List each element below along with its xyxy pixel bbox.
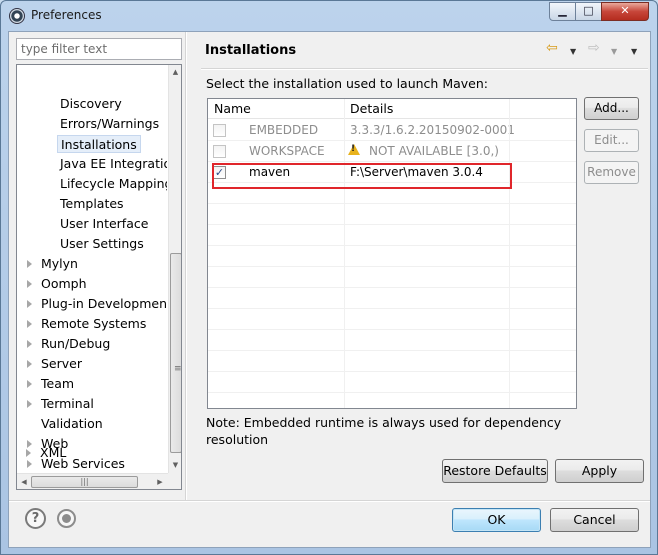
back-dropdown-icon[interactable]: ▼ (570, 44, 576, 60)
restore-defaults-button[interactable]: Restore Defaults (442, 459, 548, 483)
tree-item-templates[interactable]: Templates (60, 195, 124, 213)
checkbox-embedded[interactable] (213, 124, 226, 137)
expand-arrow-icon[interactable] (27, 260, 32, 268)
tree-item-mylyn[interactable]: Mylyn (27, 255, 78, 273)
tree-item-xml-visible[interactable]: XML (26, 444, 66, 462)
tree-item-run-debug[interactable]: Run/Debug (27, 335, 110, 353)
minimize-button[interactable]: ▁ (549, 2, 576, 21)
help-icon[interactable]: ? (25, 508, 46, 529)
table-row-embedded[interactable]: EMBEDDED 3.3.3/1.6.2.20150902-0001 (208, 120, 576, 141)
selection-highlight-box (212, 163, 512, 189)
tree-item-team[interactable]: Team (27, 375, 74, 393)
forward-dropdown-icon[interactable]: ▼ (611, 44, 617, 60)
table-row-empty (208, 225, 576, 246)
preference-tree: Discovery Errors/Warnings Installations … (16, 64, 182, 490)
dialog-client-area: Discovery Errors/Warnings Installations … (8, 31, 651, 548)
edit-button[interactable]: Edit... (584, 129, 639, 152)
tree-list: Discovery Errors/Warnings Installations … (17, 65, 167, 470)
table-header: Name Details (208, 99, 576, 119)
tree-horizontal-scrollbar[interactable]: ◀ ||| ▶ (17, 473, 168, 489)
tree-item-server[interactable]: Server (27, 355, 82, 373)
checkbox-workspace[interactable] (213, 145, 226, 158)
scroll-right-arrow-icon[interactable]: ▶ (153, 475, 167, 489)
installation-name: WORKSPACE (249, 144, 325, 158)
pane-sash[interactable] (185, 32, 187, 500)
ok-button[interactable]: OK (452, 508, 541, 532)
tree-item-plug-in-development[interactable]: Plug-in Development (27, 295, 167, 313)
table-row-empty (208, 204, 576, 225)
tree-item-discovery[interactable]: Discovery (60, 95, 122, 113)
expand-arrow-icon[interactable] (27, 460, 32, 468)
tree-item-user-settings[interactable]: User Settings (60, 235, 144, 253)
installation-details: NOT AVAILABLE [3.0,) (369, 144, 499, 158)
expand-arrow-icon[interactable] (27, 360, 32, 368)
scroll-left-arrow-icon[interactable]: ◀ (17, 475, 31, 489)
apply-button[interactable]: Apply (555, 459, 644, 483)
footer-separator (9, 500, 650, 502)
tree-item-errors-warnings[interactable]: Errors/Warnings (60, 115, 159, 133)
table-row-workspace[interactable]: WORKSPACE ! NOT AVAILABLE [3.0,) (208, 141, 576, 162)
scroll-up-arrow-icon[interactable]: ▲ (169, 65, 181, 79)
column-header-name[interactable]: Name (214, 101, 251, 116)
window-title: Preferences (31, 8, 102, 22)
expand-arrow-icon[interactable] (27, 280, 32, 288)
tree-item-terminal[interactable]: Terminal (27, 395, 94, 413)
table-row-empty (208, 246, 576, 267)
installation-name: EMBEDDED (249, 123, 319, 137)
table-row-empty (208, 330, 576, 351)
expand-arrow-icon[interactable] (26, 449, 31, 457)
tree-item-validation[interactable]: Validation (41, 415, 103, 433)
view-menu-icon[interactable]: ▼ (631, 44, 637, 60)
expand-arrow-icon[interactable] (27, 340, 32, 348)
table-row-empty (208, 288, 576, 309)
scroll-corner (168, 473, 181, 489)
warning-mark: ! (351, 144, 356, 154)
expand-arrow-icon[interactable] (27, 300, 32, 308)
preferences-window: Preferences ▁ □ ✕ Discovery Errors/Warni… (0, 0, 658, 555)
column-line (344, 99, 345, 408)
tree-item-oomph[interactable]: Oomph (27, 275, 87, 293)
tree-item-lifecycle-mapping[interactable]: Lifecycle Mapping (60, 175, 167, 193)
tree-item-installations[interactable]: Installations (57, 135, 141, 153)
instruction-label: Select the installation used to launch M… (206, 76, 488, 91)
column-header-details[interactable]: Details (350, 101, 393, 116)
table-row-empty (208, 351, 576, 372)
grip-icon: ≡ (174, 364, 182, 374)
tree-item-remote-systems[interactable]: Remote Systems (27, 315, 146, 333)
filter-input[interactable] (16, 38, 182, 60)
tree-vertical-scrollbar[interactable]: ▲ ≡ ▼ (168, 65, 182, 473)
add-button[interactable]: Add... (584, 97, 639, 120)
page-title: Installations (205, 43, 297, 58)
scroll-down-arrow-icon[interactable]: ▼ (169, 458, 181, 472)
embedded-note: Note: Embedded runtime is always used fo… (206, 415, 562, 447)
close-button[interactable]: ✕ (601, 2, 649, 21)
eclipse-app-icon (9, 8, 25, 24)
vertical-scroll-thumb[interactable]: ≡ (170, 253, 182, 453)
back-arrow-icon[interactable]: ⇦ (546, 40, 558, 56)
expand-arrow-icon[interactable] (27, 440, 32, 448)
cancel-button[interactable]: Cancel (550, 508, 639, 532)
table-row-empty (208, 309, 576, 330)
tree-item-java-ee-integration[interactable]: Java EE Integration (60, 155, 167, 173)
horizontal-scroll-thumb[interactable]: ||| (31, 476, 138, 488)
expand-arrow-icon[interactable] (27, 380, 32, 388)
forward-arrow-icon[interactable]: ⇨ (588, 40, 600, 56)
maximize-button[interactable]: □ (575, 2, 602, 21)
expand-arrow-icon[interactable] (27, 320, 32, 328)
installation-details: 3.3.3/1.6.2.20150902-0001 (350, 123, 515, 137)
remove-button[interactable]: Remove (584, 161, 639, 184)
table-row-empty (208, 267, 576, 288)
table-row-empty (208, 372, 576, 393)
column-line (509, 99, 510, 408)
title-bar[interactable]: Preferences ▁ □ ✕ (1, 1, 657, 31)
record-icon[interactable] (57, 509, 76, 528)
title-separator (201, 68, 648, 70)
expand-arrow-icon[interactable] (27, 400, 32, 408)
installations-table: Name Details EMBEDDED 3.3.3/1.6.2.201509… (207, 98, 577, 409)
tree-item-user-interface[interactable]: User Interface (60, 215, 148, 233)
